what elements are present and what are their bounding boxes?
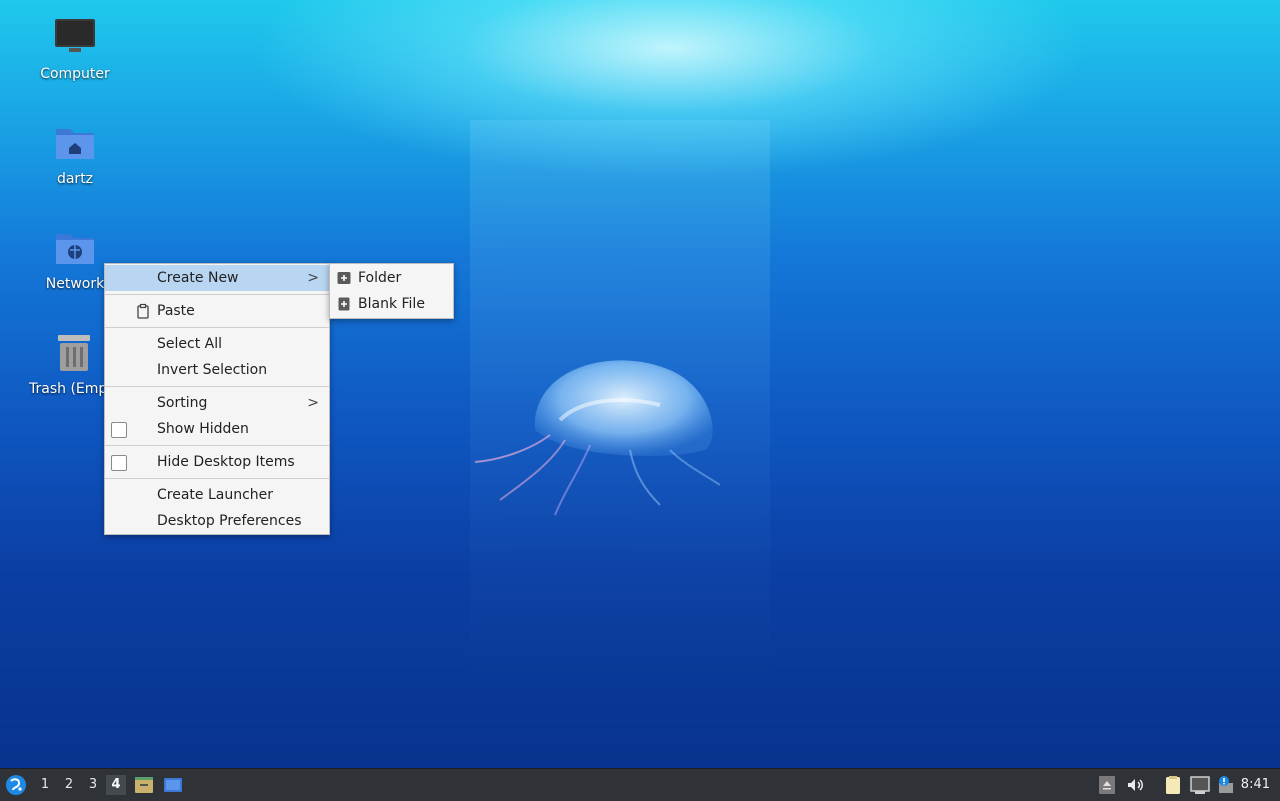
start-menu-icon[interactable] [4, 773, 28, 797]
menu-item-label: Select All [157, 336, 222, 352]
submenu-item-label: Blank File [358, 296, 425, 312]
network-icon[interactable] [1190, 775, 1210, 795]
desktop-icon-computer[interactable]: Computer [27, 16, 123, 82]
desktop-icon[interactable] [163, 775, 183, 795]
desktop-icon-label: Computer [40, 66, 110, 82]
wallpaper-light [250, 0, 1090, 180]
computer-icon [53, 16, 97, 60]
menu-item-paste[interactable]: Paste [105, 298, 329, 324]
menu-separator [105, 294, 329, 295]
menu-item-label: Show Hidden [157, 421, 249, 437]
menu-item-label: Create New [157, 270, 239, 286]
submenu-item-blank-file[interactable]: Blank File [330, 291, 453, 317]
menu-item-show-hidden[interactable]: Show Hidden [105, 416, 329, 442]
workspace-1[interactable]: 1 [35, 775, 55, 795]
chevron-right-icon: > [307, 395, 319, 411]
menu-item-label: Desktop Preferences [157, 513, 302, 529]
clock[interactable]: 8:41 [1241, 769, 1270, 801]
menu-item-sorting[interactable]: Sorting > [105, 390, 329, 416]
workspace-2[interactable]: 2 [59, 775, 79, 795]
add-folder-icon [337, 272, 351, 284]
eject-icon[interactable] [1097, 775, 1117, 795]
clipboard-icon[interactable] [1163, 775, 1183, 795]
desktop-icon-trash[interactable]: Trash (Empty) [27, 331, 105, 397]
menu-item-label: Paste [157, 303, 195, 319]
hide-desktop-items-checkbox[interactable] [111, 455, 127, 471]
menu-item-label: Create Launcher [157, 487, 274, 503]
menu-separator [105, 445, 329, 446]
menu-item-label: Sorting [157, 395, 208, 411]
workspace-3[interactable]: 3 [83, 775, 103, 795]
trash-icon [52, 331, 96, 375]
menu-item-create-new[interactable]: Create New > [105, 265, 329, 291]
menu-item-label: Hide Desktop Items [157, 454, 295, 470]
menu-item-select-all[interactable]: Select All [105, 331, 329, 357]
menu-separator [105, 327, 329, 328]
show-hidden-checkbox[interactable] [111, 422, 127, 438]
menu-item-desktop-preferences[interactable]: Desktop Preferences [105, 508, 329, 534]
create-new-submenu: Folder Blank File [329, 263, 454, 319]
desktop-icon-label: Trash (Empty) [29, 381, 105, 397]
updates-icon[interactable] [1216, 775, 1236, 795]
desktop-icon-label: dartz [56, 171, 94, 187]
network-folder-icon [53, 226, 97, 270]
desktop-context-menu: Create New > Paste Select All Invert Sel… [104, 263, 330, 535]
menu-separator [105, 478, 329, 479]
menu-item-hide-desktop-items[interactable]: Hide Desktop Items [105, 449, 329, 475]
submenu-item-label: Folder [358, 270, 402, 286]
menu-item-label: Invert Selection [157, 362, 268, 378]
jellyfish-image [474, 360, 721, 516]
desktop-icon-home[interactable]: dartz [27, 121, 123, 187]
menu-item-create-launcher[interactable]: Create Launcher [105, 482, 329, 508]
menu-item-invert-selection[interactable]: Invert Selection [105, 357, 329, 383]
file-manager-icon[interactable] [134, 775, 154, 795]
volume-icon[interactable] [1125, 775, 1145, 795]
chevron-right-icon: > [307, 270, 319, 286]
taskbar: 1 2 3 4 8:41 [0, 768, 1280, 801]
home-folder-icon [53, 121, 97, 165]
add-file-icon [338, 297, 350, 311]
clipboard-icon [137, 303, 149, 319]
menu-separator [105, 386, 329, 387]
submenu-item-folder[interactable]: Folder [330, 265, 453, 291]
workspace-4[interactable]: 4 [106, 775, 126, 795]
